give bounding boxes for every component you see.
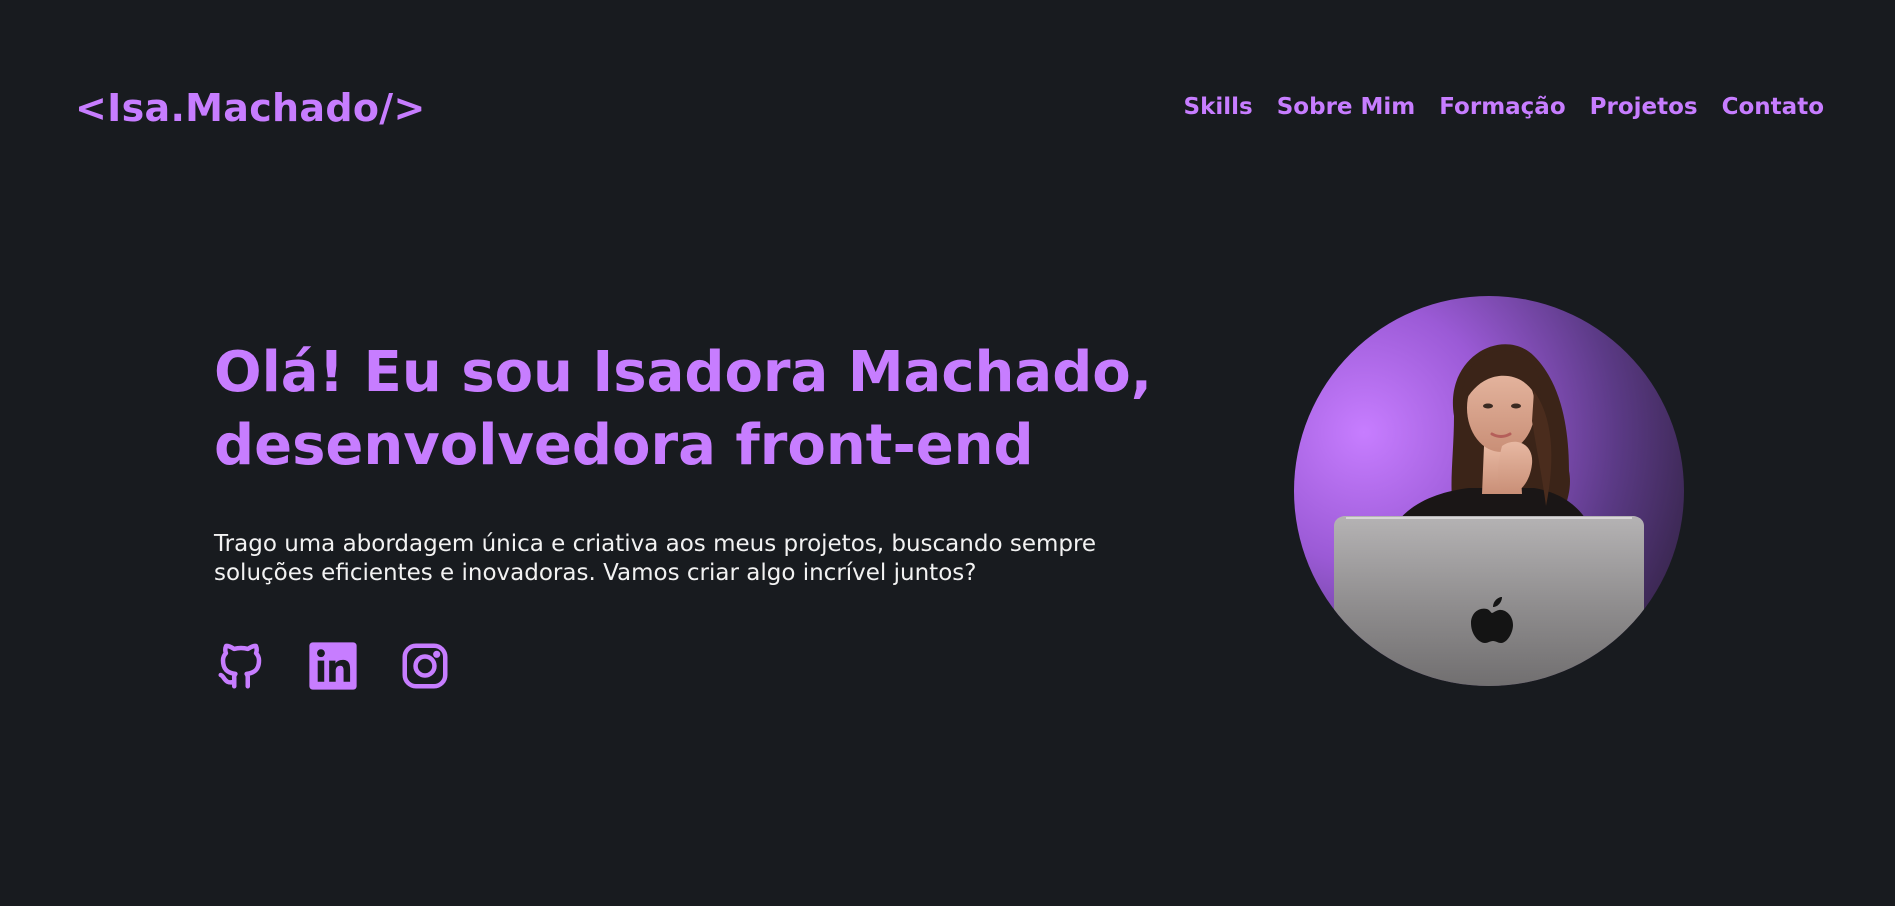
nav-item-sobre-mim[interactable]: Sobre Mim	[1277, 94, 1416, 120]
profile-illustration	[1334, 344, 1644, 686]
github-link[interactable]	[214, 638, 268, 694]
nav-item-skills[interactable]: Skills	[1184, 94, 1253, 120]
nav-item-contato[interactable]: Contato	[1722, 94, 1824, 120]
social-links	[214, 638, 452, 694]
hero-description-line2: soluções eficientes e inovadoras. Vamos …	[214, 560, 977, 586]
linkedin-icon	[309, 642, 357, 690]
nav-item-projetos[interactable]: Projetos	[1590, 94, 1698, 120]
hero-headline-line1: Olá! Eu sou Isadora Machado,	[214, 340, 1153, 405]
github-icon	[218, 643, 262, 689]
logo[interactable]: <Isa.Machado/>	[75, 86, 426, 130]
hero-description: Trago uma abordagem única e criativa aos…	[214, 530, 1174, 588]
instagram-link[interactable]	[398, 638, 452, 694]
nav-item-formacao[interactable]: Formação	[1439, 94, 1565, 120]
hero-headline: Olá! Eu sou Isadora Machado, desenvolved…	[214, 336, 1174, 482]
main-nav: Skills Sobre Mim Formação Projetos Conta…	[1184, 94, 1824, 120]
hero-description-line1: Trago uma abordagem única e criativa aos…	[214, 531, 1097, 557]
hero-headline-line2: desenvolvedora front-end	[214, 413, 1034, 478]
profile-photo	[1294, 296, 1684, 686]
page: <Isa.Machado/> Skills Sobre Mim Formação…	[0, 0, 1895, 906]
linkedin-link[interactable]	[306, 638, 360, 694]
instagram-icon	[402, 643, 448, 689]
